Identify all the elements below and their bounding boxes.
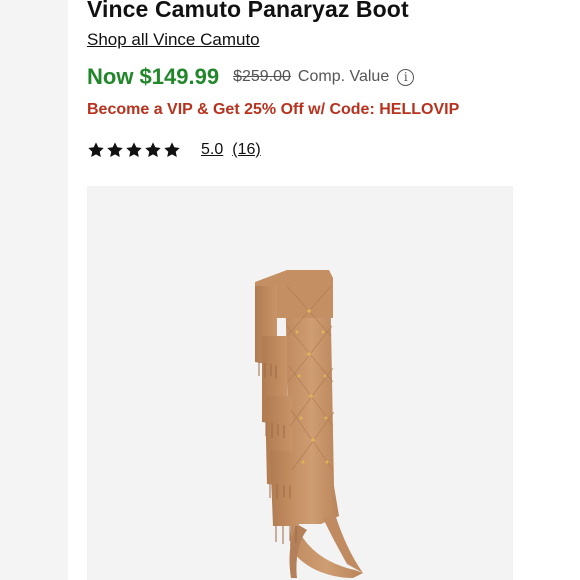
vip-promo-text: Become a VIP & Get 25% Off w/ Code: HELL… [87, 101, 460, 118]
original-price: $259.00 [233, 68, 291, 85]
star-icon [163, 141, 181, 159]
shop-brand-link[interactable]: Shop all Vince Camuto [87, 30, 260, 50]
comp-value-label: Comp. Value [297, 68, 390, 85]
product-title: Vince Camuto Panaryaz Boot [87, 0, 409, 22]
star-icon [144, 141, 162, 159]
rating-row[interactable]: 5.0 (16) [87, 138, 261, 162]
star-icon [106, 141, 124, 159]
star-icon [87, 141, 105, 159]
star-rating [87, 141, 181, 159]
product-image[interactable] [87, 186, 513, 580]
sale-price: Now $149.99 [87, 64, 220, 89]
review-count[interactable]: (16) [232, 141, 260, 159]
star-icon [125, 141, 143, 159]
price-row: Now $149.99 $259.00 Comp. Value i [87, 62, 415, 92]
info-icon[interactable]: i [397, 68, 415, 86]
boot-icon [255, 270, 363, 578]
rating-value[interactable]: 5.0 [201, 141, 223, 159]
